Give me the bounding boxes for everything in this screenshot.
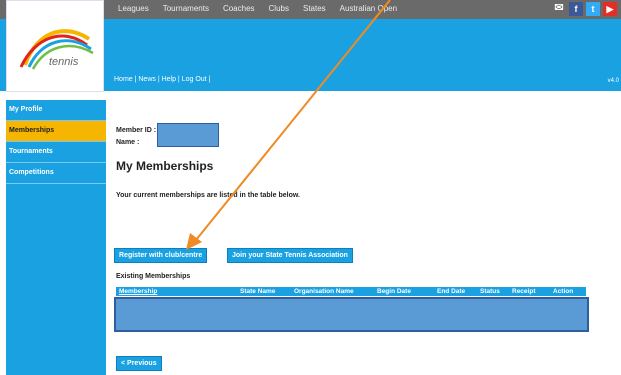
page-title: My Memberships (116, 159, 214, 173)
redacted-memberships-table-body (114, 297, 589, 332)
logo-text: tennis (49, 56, 79, 68)
sidebar-item-memberships[interactable]: Memberships (6, 121, 106, 142)
redacted-member-info (157, 123, 219, 147)
column-header-begin-date: Begin Date (377, 288, 411, 295)
nav-link-tournaments[interactable]: Tournaments (163, 4, 209, 13)
nav-link-australian-open[interactable]: Australian Open (340, 4, 397, 13)
nav-link-coaches[interactable]: Coaches (223, 4, 255, 13)
facebook-icon[interactable]: f (569, 2, 583, 16)
nav-link-leagues[interactable]: Leagues (118, 4, 149, 13)
sidebar-item-my-profile[interactable]: My Profile (6, 100, 106, 121)
column-header-state-name: State Name (240, 288, 276, 295)
tennis-logo-swoosh-icon (19, 29, 94, 70)
mail-icon[interactable]: ✉ (552, 2, 566, 16)
version-label: v4.0 (607, 78, 619, 84)
join-state-association-button[interactable]: Join your State Tennis Association (227, 248, 353, 263)
register-club-button[interactable]: Register with club/centre (114, 248, 208, 263)
page-description: Your current memberships are listed in t… (116, 192, 300, 199)
memberships-table-header: Membership State Name Organisation Name … (116, 287, 586, 296)
sidebar-item-competitions[interactable]: Competitions (6, 163, 106, 184)
column-header-organisation-name: Organisation Name (294, 288, 354, 295)
column-header-receipt: Receipt (512, 288, 536, 295)
youtube-icon[interactable]: ▶ (603, 2, 617, 16)
member-name-label: Name : (116, 139, 140, 146)
previous-button[interactable]: < Previous (116, 356, 162, 371)
column-header-membership[interactable]: Membership (119, 288, 157, 295)
sidebar-item-tournaments[interactable]: Tournaments (6, 142, 106, 163)
sub-navigation[interactable]: Home | News | Help | Log Out | (114, 76, 210, 83)
existing-memberships-heading: Existing Memberships (116, 273, 191, 280)
sidebar: My Profile Memberships Tournaments Compe… (6, 100, 106, 375)
twitter-icon[interactable]: t (586, 2, 600, 16)
column-header-end-date: End Date (437, 288, 466, 295)
column-header-status: Status (480, 288, 500, 295)
nav-link-clubs[interactable]: Clubs (269, 4, 289, 13)
tennis-logo[interactable]: tennis (6, 0, 104, 92)
column-header-action: Action (553, 288, 574, 295)
nav-link-states[interactable]: States (303, 4, 326, 13)
member-id-label: Member ID : (116, 127, 157, 134)
